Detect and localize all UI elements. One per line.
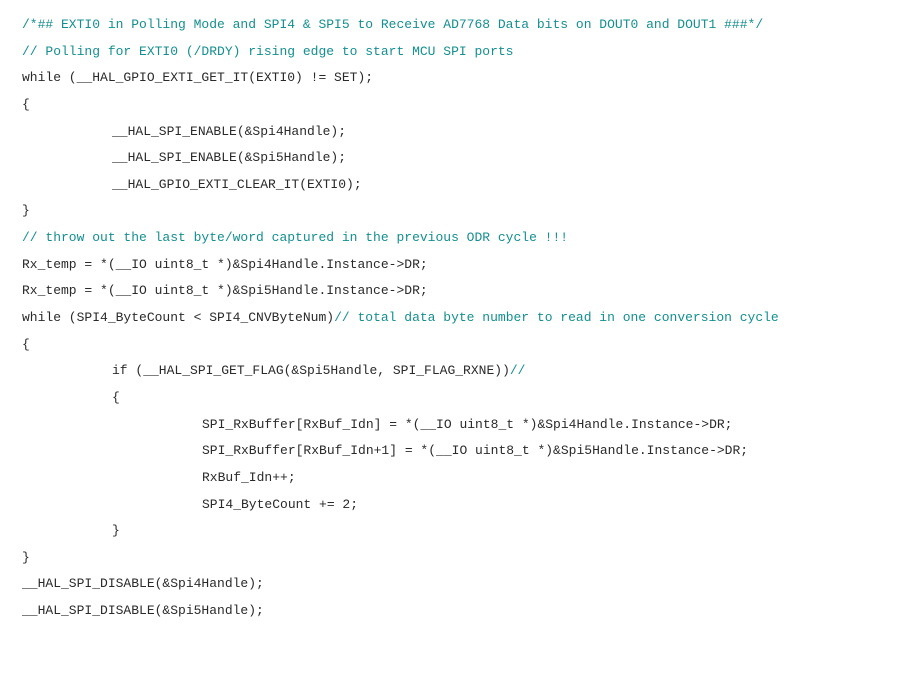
- comment-text: // Polling for EXTI0 (/DRDY) rising edge…: [22, 44, 513, 59]
- code-line: __HAL_SPI_DISABLE(&Spi4Handle);: [22, 571, 884, 598]
- code-line: __HAL_SPI_DISABLE(&Spi5Handle);: [22, 598, 884, 625]
- code-line: __HAL_SPI_ENABLE(&Spi4Handle);: [22, 119, 884, 146]
- code-line: SPI4_ByteCount += 2;: [22, 492, 884, 519]
- comment-text: /*## EXTI0 in Polling Mode and SPI4 & SP…: [22, 17, 763, 32]
- code-text: __HAL_SPI_DISABLE(&Spi4Handle);: [22, 576, 264, 591]
- code-text: SPI_RxBuffer[RxBuf_Idn+1] = *(__IO uint8…: [202, 443, 748, 458]
- code-line: while (SPI4_ByteCount < SPI4_CNVByteNum)…: [22, 305, 884, 332]
- code-text: while (__HAL_GPIO_EXTI_GET_IT(EXTI0) != …: [22, 70, 373, 85]
- code-text: __HAL_SPI_ENABLE(&Spi4Handle);: [112, 124, 346, 139]
- code-line: /*## EXTI0 in Polling Mode and SPI4 & SP…: [22, 12, 884, 39]
- code-line: Rx_temp = *(__IO uint8_t *)&Spi5Handle.I…: [22, 278, 884, 305]
- code-text: __HAL_GPIO_EXTI_CLEAR_IT(EXTI0);: [112, 177, 362, 192]
- code-line: while (__HAL_GPIO_EXTI_GET_IT(EXTI0) != …: [22, 65, 884, 92]
- code-line: SPI_RxBuffer[RxBuf_Idn] = *(__IO uint8_t…: [22, 412, 884, 439]
- code-text: __HAL_SPI_DISABLE(&Spi5Handle);: [22, 603, 264, 618]
- code-line: RxBuf_Idn++;: [22, 465, 884, 492]
- code-line: __HAL_GPIO_EXTI_CLEAR_IT(EXTI0);: [22, 172, 884, 199]
- code-line: }: [22, 518, 884, 545]
- code-text: {: [22, 97, 30, 112]
- code-text: }: [22, 550, 30, 565]
- code-line: }: [22, 545, 884, 572]
- code-text: {: [112, 390, 120, 405]
- code-text: }: [22, 203, 30, 218]
- code-line: SPI_RxBuffer[RxBuf_Idn+1] = *(__IO uint8…: [22, 438, 884, 465]
- code-text: __HAL_SPI_ENABLE(&Spi5Handle);: [112, 150, 346, 165]
- code-line: if (__HAL_SPI_GET_FLAG(&Spi5Handle, SPI_…: [22, 358, 884, 385]
- comment-text: //: [510, 363, 526, 378]
- code-text: while (SPI4_ByteCount < SPI4_CNVByteNum): [22, 310, 334, 325]
- code-text: }: [112, 523, 120, 538]
- code-line: {: [22, 92, 884, 119]
- code-line: }: [22, 198, 884, 225]
- code-text: Rx_temp = *(__IO uint8_t *)&Spi5Handle.I…: [22, 283, 428, 298]
- code-text: Rx_temp = *(__IO uint8_t *)&Spi4Handle.I…: [22, 257, 428, 272]
- code-line: __HAL_SPI_ENABLE(&Spi5Handle);: [22, 145, 884, 172]
- code-line: {: [22, 385, 884, 412]
- comment-text: // total data byte number to read in one…: [334, 310, 779, 325]
- code-text: if (__HAL_SPI_GET_FLAG(&Spi5Handle, SPI_…: [112, 363, 510, 378]
- code-text: RxBuf_Idn++;: [202, 470, 296, 485]
- code-line: // Polling for EXTI0 (/DRDY) rising edge…: [22, 39, 884, 66]
- code-line: Rx_temp = *(__IO uint8_t *)&Spi4Handle.I…: [22, 252, 884, 279]
- comment-text: // throw out the last byte/word captured…: [22, 230, 568, 245]
- code-text: SPI4_ByteCount += 2;: [202, 497, 358, 512]
- code-text: {: [22, 337, 30, 352]
- code-line: // throw out the last byte/word captured…: [22, 225, 884, 252]
- code-text: SPI_RxBuffer[RxBuf_Idn] = *(__IO uint8_t…: [202, 417, 733, 432]
- code-line: {: [22, 332, 884, 359]
